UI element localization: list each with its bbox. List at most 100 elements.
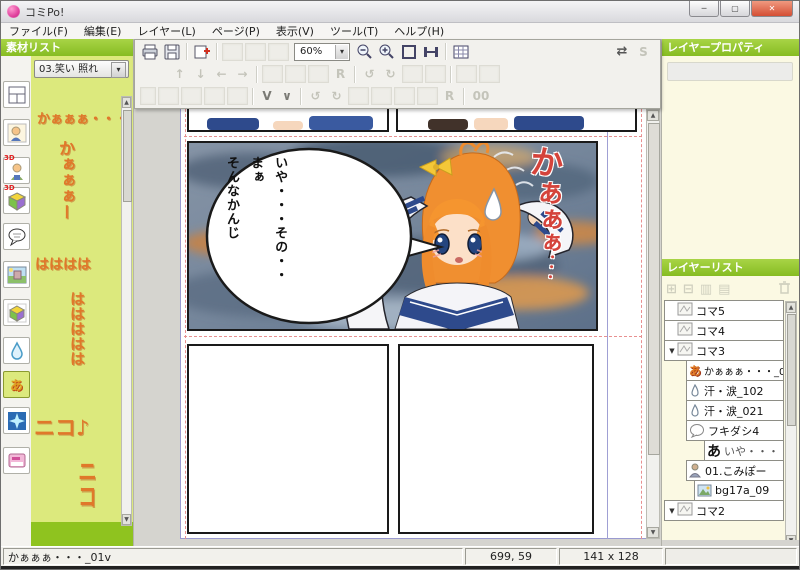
material-item[interactable]: かぁぁぁ・・・ bbox=[37, 108, 128, 127]
menu-help[interactable]: ヘルプ(H) bbox=[386, 23, 452, 39]
new-layer-icon: ⊞ bbox=[666, 282, 677, 297]
refresh-3d-button[interactable]: ⇄ bbox=[611, 44, 633, 59]
print-button[interactable] bbox=[139, 42, 161, 62]
comipo-app-icon bbox=[7, 5, 20, 18]
tab-balloon[interactable] bbox=[3, 223, 30, 250]
zoom-in-button[interactable] bbox=[376, 42, 398, 62]
window-title: コミPo! bbox=[25, 4, 64, 20]
balloon-tail-curve-button[interactable]: ∨ bbox=[277, 89, 297, 103]
layer-row[interactable]: コマ4 bbox=[664, 320, 784, 341]
layer-row[interactable]: ▼コマ2 bbox=[664, 500, 784, 521]
scrollbar-thumb[interactable] bbox=[787, 314, 796, 426]
material-item[interactable]: かぁぁぁー bbox=[53, 140, 77, 220]
add-panel-button[interactable] bbox=[191, 42, 213, 62]
disabled-copy-button bbox=[245, 43, 266, 61]
expand-triangle-icon[interactable]: ▼ bbox=[667, 507, 677, 515]
add-panel-icon bbox=[193, 43, 211, 61]
balloon-tail-button[interactable]: V bbox=[257, 89, 277, 103]
tab-3d-character[interactable]: 3D bbox=[3, 157, 30, 184]
layer-row[interactable]: 汗・涙_021 bbox=[686, 400, 784, 421]
menu-file[interactable]: ファイル(F) bbox=[1, 23, 76, 39]
material-item[interactable]: はははは bbox=[35, 254, 91, 274]
disabled-flip-vertical-icon bbox=[425, 65, 446, 83]
tab-panel-layout[interactable] bbox=[3, 81, 30, 108]
fit-page-button[interactable] bbox=[398, 42, 420, 62]
menu-bar: ファイル(F) 編集(E) レイヤー(L) ページ(P) 表示(V) ツール(T… bbox=[1, 23, 799, 40]
tab-3d-item[interactable]: 3D bbox=[3, 187, 30, 214]
chevron-down-icon: ▾ bbox=[111, 62, 126, 78]
maximize-button[interactable]: ▢ bbox=[720, 1, 750, 17]
title-bar[interactable]: コミPo! ─ ▢ ✕ bbox=[1, 1, 799, 23]
tab-decorated-text[interactable]: あ bbox=[3, 371, 30, 398]
disabled-rotate-icon: ↻ bbox=[326, 89, 347, 103]
save-icon bbox=[163, 43, 181, 61]
canvas-vertical-scrollbar[interactable]: ▲ ▼ bbox=[646, 109, 660, 539]
save-button[interactable] bbox=[161, 42, 183, 62]
water-drop-icon bbox=[7, 341, 27, 361]
panel-top-right[interactable] bbox=[396, 109, 637, 132]
layer-row[interactable]: 01.こみぽー bbox=[686, 460, 784, 481]
menu-tool[interactable]: ツール(T) bbox=[322, 23, 386, 39]
tab-image[interactable] bbox=[3, 447, 30, 474]
canvas-area[interactable]: いや・・・その・・ まぁ そんなかんじ か ぁ ぁ ぁ ・ ・ ・ ▲ ▼ bbox=[134, 109, 661, 546]
scrollbar-thumb[interactable] bbox=[648, 123, 660, 455]
tab-character[interactable] bbox=[3, 119, 30, 146]
scroll-up-icon[interactable]: ▲ bbox=[786, 302, 796, 313]
tab-effect-drop[interactable] bbox=[3, 337, 30, 364]
material-category-value: 03.笑い 照れ bbox=[39, 64, 98, 75]
tab-background[interactable] bbox=[3, 261, 30, 288]
material-scrollbar[interactable]: ▲ ▼ bbox=[121, 96, 132, 526]
fit-width-button[interactable] bbox=[420, 42, 442, 62]
panel-thumbnail-icon bbox=[677, 302, 693, 319]
menu-page[interactable]: ページ(P) bbox=[204, 23, 268, 39]
balloon-icon bbox=[7, 227, 27, 247]
artwork-shape bbox=[309, 116, 373, 130]
layer-list-toolbar: ⊞ ⊟ ▥ ▤ bbox=[666, 280, 795, 298]
scroll-up-icon[interactable]: ▲ bbox=[647, 110, 659, 121]
panel-top-left[interactable] bbox=[187, 109, 389, 132]
artwork-shape bbox=[474, 118, 508, 130]
layer-list-scrollbar[interactable]: ▲ ▼ bbox=[785, 301, 797, 547]
menu-layer[interactable]: レイヤー(L) bbox=[129, 23, 203, 39]
layer-row[interactable]: bg17a_09 bbox=[694, 480, 784, 501]
panel-bottom-right[interactable] bbox=[398, 344, 594, 534]
grid-button[interactable] bbox=[450, 42, 472, 62]
material-item[interactable]: ははははは bbox=[67, 291, 88, 366]
zoom-level-select[interactable]: 60%▾ bbox=[294, 43, 350, 61]
menu-view[interactable]: 表示(V) bbox=[268, 23, 322, 39]
layer-row[interactable]: ▼コマ3 bbox=[664, 340, 784, 361]
layer-row[interactable]: フキダシ4 bbox=[686, 420, 784, 441]
artwork-shape bbox=[207, 118, 259, 130]
panel-main[interactable]: いや・・・その・・ まぁ そんなかんじ か ぁ ぁ ぁ ・ ・ ・ bbox=[187, 141, 598, 331]
disabled-move-left-icon: ← bbox=[211, 67, 232, 81]
expand-triangle-icon[interactable]: ▼ bbox=[667, 347, 677, 355]
group-layer-icon: ▤ bbox=[718, 282, 730, 297]
menu-edit[interactable]: 編集(E) bbox=[76, 23, 130, 39]
disabled-rotate-icon bbox=[348, 87, 369, 105]
zoom-out-icon bbox=[356, 43, 374, 61]
zoom-out-button[interactable] bbox=[354, 42, 376, 62]
text-layer-icon: あ bbox=[707, 441, 721, 461]
window-bottom-edge bbox=[1, 566, 799, 569]
scroll-down-icon[interactable]: ▼ bbox=[122, 514, 131, 525]
tab-effect-flash[interactable] bbox=[3, 407, 30, 434]
material-item[interactable]: ニコ bbox=[73, 458, 100, 509]
tab-item[interactable] bbox=[3, 299, 30, 326]
layer-row[interactable]: あかぁぁぁ・・・_01v bbox=[686, 360, 784, 381]
scrollbar-thumb[interactable] bbox=[123, 110, 132, 202]
minimize-button[interactable]: ─ bbox=[689, 1, 719, 17]
scroll-down-icon[interactable]: ▼ bbox=[647, 527, 659, 538]
material-category-select[interactable]: 03.笑い 照れ ▾ bbox=[34, 60, 129, 78]
disabled-settings-button: S bbox=[633, 45, 654, 59]
layer-row[interactable]: コマ5 bbox=[664, 300, 784, 321]
grid-icon bbox=[452, 43, 470, 61]
layer-row[interactable]: 汗・涙_102 bbox=[686, 380, 784, 401]
panel-thumbnail-icon bbox=[677, 322, 693, 339]
panel-guide-top bbox=[184, 136, 642, 137]
panel-thumbnail-icon bbox=[677, 502, 693, 519]
scroll-up-icon[interactable]: ▲ bbox=[122, 97, 131, 108]
close-button[interactable]: ✕ bbox=[751, 1, 793, 17]
panel-bottom-left[interactable] bbox=[187, 344, 389, 534]
layer-row[interactable]: あいや・・・ bbox=[704, 440, 784, 461]
material-item[interactable]: ニコ♪ bbox=[34, 412, 89, 442]
